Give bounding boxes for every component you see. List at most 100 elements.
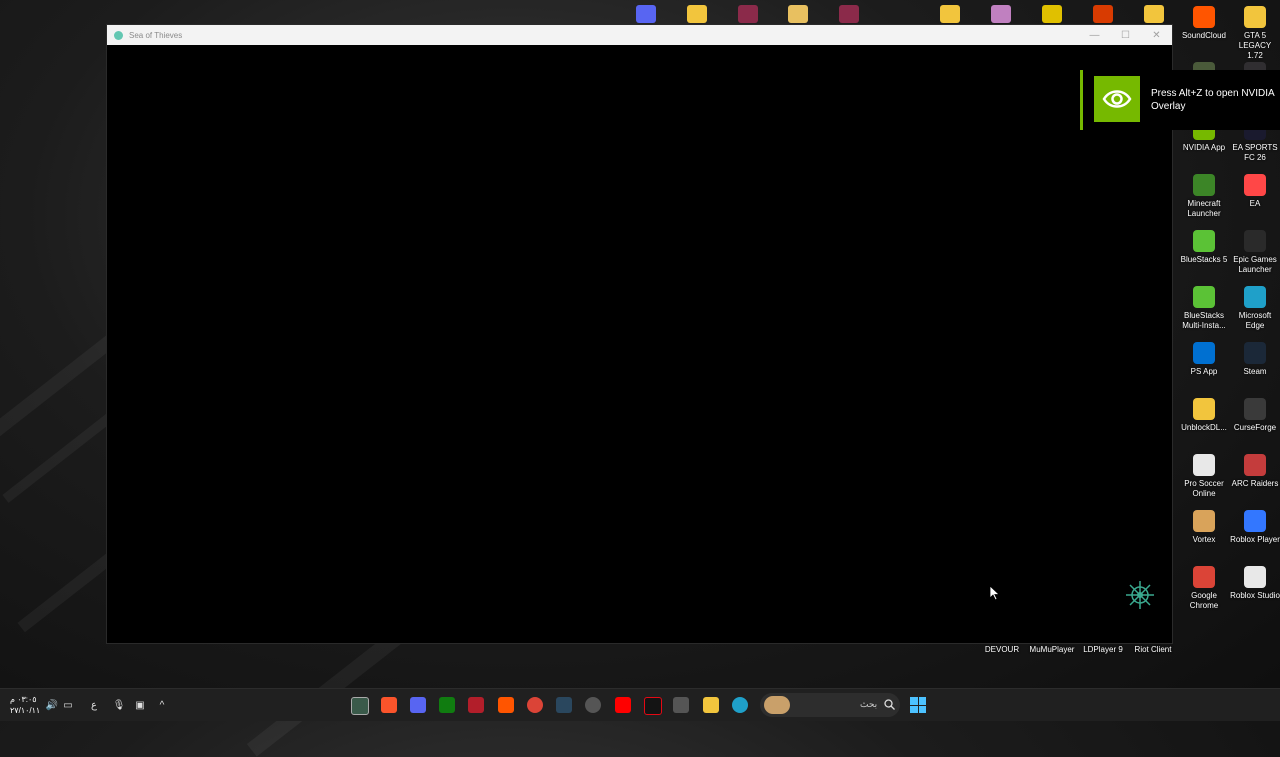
office-icon[interactable] <box>1093 5 1113 23</box>
display-icon[interactable]: ▣ <box>134 699 146 711</box>
app-icon[interactable] <box>1042 5 1062 23</box>
desktop-icon-label: UnblockDL... <box>1181 423 1227 432</box>
desktop-icon[interactable]: ARC Raiders <box>1230 454 1280 489</box>
search-placeholder: بحث <box>860 699 878 709</box>
netflix-icon[interactable] <box>644 697 662 715</box>
desktop-icon-label: Pro Soccer Online <box>1184 479 1224 498</box>
app-window[interactable]: Sea of Thieves — ☐ ✕ <box>106 24 1173 644</box>
desktop-icon[interactable]: EA <box>1230 174 1280 209</box>
desktop-label-ldplayer[interactable]: LDPlayer 9 <box>1080 645 1126 654</box>
clock-date: ٢٧/١٠/١١ <box>10 706 41 715</box>
desktop-icon[interactable]: Pro Soccer Online <box>1179 454 1229 499</box>
edge-icon[interactable] <box>732 697 748 713</box>
desktop-label-mumuplayer[interactable]: MuMuPlayer <box>1026 645 1078 654</box>
desktop-label-riot-client[interactable]: Riot Client <box>1130 645 1176 654</box>
desktop-icon[interactable]: Steam <box>1230 342 1280 377</box>
soundcloud-icon[interactable] <box>498 697 514 713</box>
maximize-button[interactable]: ☐ <box>1110 25 1141 45</box>
sea-of-thieves-taskbar-icon[interactable] <box>351 697 369 715</box>
mouse-cursor-icon <box>989 585 1001 601</box>
app-icon[interactable] <box>468 697 484 713</box>
discord-icon[interactable] <box>410 697 426 713</box>
arc-raiders-icon <box>1244 454 1266 476</box>
youtube-icon[interactable] <box>615 697 631 713</box>
folder-icon[interactable] <box>1144 5 1164 23</box>
microphone-icon[interactable]: 🎙 <box>113 699 126 711</box>
roblox-icon <box>1244 510 1266 532</box>
brave-icon[interactable] <box>381 697 397 713</box>
desktop-icon-label: BlueStacks Multi-Insta... <box>1182 311 1226 330</box>
desktop-icon-label: Steam <box>1243 367 1267 376</box>
overlay-hint-text: Press Alt+Z to open NVIDIA Overlay <box>1151 88 1275 112</box>
network-icon[interactable]: ▭ <box>62 699 74 711</box>
vortex-icon <box>1193 510 1215 532</box>
desktop-icon[interactable]: Google Chrome <box>1179 566 1229 611</box>
bluestacks-icon <box>1193 230 1215 252</box>
desktop-icon-label: Roblox Studio <box>1230 591 1280 600</box>
app-icon[interactable] <box>991 5 1011 23</box>
winrar-icon[interactable] <box>839 5 859 23</box>
desktop-icon[interactable]: Roblox Studio <box>1230 566 1280 601</box>
roblox-studio-icon <box>1244 566 1266 588</box>
desktop-icon[interactable]: BlueStacks Multi-Insta... <box>1179 286 1229 331</box>
folder-icon[interactable] <box>788 5 808 23</box>
desktop-icon[interactable]: Minecraft Launcher <box>1179 174 1229 219</box>
desktop-icon[interactable]: Vortex <box>1179 510 1229 545</box>
desktop-icon-label: CurseForge <box>1233 423 1277 432</box>
steam-icon <box>1244 342 1266 364</box>
curseforge-icon <box>1244 398 1266 420</box>
folder-icon[interactable] <box>940 5 960 23</box>
window-title: Sea of Thieves <box>129 30 183 40</box>
sea-of-thieves-icon <box>114 30 123 40</box>
desktop-icon-label: PS App <box>1190 367 1218 376</box>
ea-icon <box>1244 174 1266 196</box>
toast-accent-bar <box>1080 70 1083 130</box>
language-indicator[interactable]: ع <box>88 699 100 711</box>
desktop-icon[interactable]: SoundCloud <box>1179 6 1229 41</box>
search-input[interactable]: بحث <box>760 693 900 717</box>
desktop-icon-label: EA SPORTS FC 26 <box>1232 143 1278 162</box>
file-explorer-icon[interactable] <box>703 697 719 713</box>
steam-icon[interactable] <box>556 697 572 713</box>
game-viewport[interactable] <box>107 45 1172 643</box>
desktop-icon-label: Minecraft Launcher <box>1187 199 1221 218</box>
desktop-icon-label: Microsoft Edge <box>1238 311 1272 330</box>
desktop-icon-label: NVIDIA App <box>1182 143 1226 152</box>
desktop-icon-label: BlueStacks 5 <box>1180 255 1228 264</box>
discord-icon[interactable] <box>636 5 656 23</box>
desktop-icon[interactable]: PS App <box>1179 342 1229 377</box>
folder-icon[interactable] <box>687 5 707 23</box>
desktop-icon-label: GTA 5 LEGACY 1.72 <box>1238 31 1272 60</box>
minecraft-icon <box>1193 174 1215 196</box>
desktop-icon[interactable]: Roblox Player <box>1230 510 1280 545</box>
chrome-icon <box>1193 566 1215 588</box>
xbox-icon[interactable] <box>439 697 455 713</box>
nvidia-overlay-toast: Press Alt+Z to open NVIDIA Overlay <box>1080 70 1280 130</box>
clock-time: ٠٣:٠٥ م <box>10 695 37 704</box>
desktop-icon[interactable]: BlueStacks 5 <box>1179 230 1229 265</box>
desktop-icon-label: SoundCloud <box>1181 31 1227 40</box>
desktop-icon[interactable]: GTA 5 LEGACY 1.72 <box>1230 6 1280 61</box>
desktop-label-devour[interactable]: DEVOUR <box>982 645 1022 654</box>
desktop-icon[interactable]: Microsoft Edge <box>1230 286 1280 331</box>
store-icon[interactable] <box>673 697 689 713</box>
desktop-icon-label: Epic Games Launcher <box>1233 255 1277 274</box>
desktop-icon-label: Vortex <box>1192 535 1216 544</box>
chrome-icon[interactable] <box>527 697 543 713</box>
edge-icon <box>1244 286 1266 308</box>
desktop-icon[interactable]: UnblockDL... <box>1179 398 1229 433</box>
winrar-icon[interactable] <box>738 5 758 23</box>
taskbar: ٠٣:٠٥ م ٢٧/١٠/١١ 🔊 ▭ ع 🎙 ▣ ^ بحث <box>0 688 1280 721</box>
minimize-button[interactable]: — <box>1079 25 1110 45</box>
bluestacks-multi-icon <box>1193 286 1215 308</box>
start-button[interactable] <box>910 697 926 713</box>
close-button[interactable]: ✕ <box>1141 25 1172 45</box>
folder-icon <box>1193 398 1215 420</box>
chevron-up-icon[interactable]: ^ <box>156 699 168 711</box>
volume-icon[interactable]: 🔊 <box>46 699 58 711</box>
taskbar-clock[interactable]: ٠٣:٠٥ م ٢٧/١٠/١١ <box>10 694 40 716</box>
desktop-icon[interactable]: Epic Games Launcher <box>1230 230 1280 275</box>
desktop-icon[interactable]: CurseForge <box>1230 398 1280 433</box>
app-icon[interactable] <box>585 697 601 713</box>
window-titlebar[interactable]: Sea of Thieves — ☐ ✕ <box>107 25 1172 45</box>
